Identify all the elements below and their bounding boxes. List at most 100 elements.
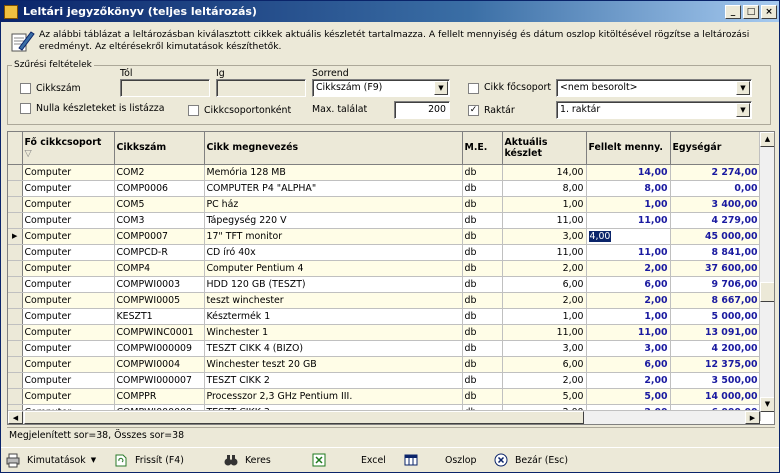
- column-header[interactable]: Cikkszám: [114, 132, 205, 165]
- table-cell: COMP0006: [114, 180, 205, 197]
- cikkcsoport-checkbox[interactable]: [188, 105, 199, 116]
- table-cell: KESZT1: [114, 308, 205, 325]
- table-row[interactable]: Computer COMPWI0003 HDD 120 GB (TESZT) db 6,…: [8, 276, 761, 293]
- column-header[interactable]: Egységár: [670, 132, 761, 165]
- table-cell: Computer: [22, 388, 115, 405]
- column-header[interactable]: M.E.: [462, 132, 503, 165]
- tol-label: Tól: [120, 68, 133, 79]
- table-cell[interactable]: 14,00: [586, 164, 671, 181]
- row-indicator[interactable]: ▶: [8, 228, 23, 245]
- column-header[interactable]: Cikk megnevezés: [204, 132, 463, 165]
- focsoport-checkbox[interactable]: [468, 83, 479, 94]
- table-cell: COMPWI0004: [114, 356, 205, 373]
- table-row[interactable]: Computer COMPWI0004 Winchester teszt 20 GB…: [8, 356, 761, 373]
- kimutatasok-button[interactable]: Kimutatások ▼: [1, 449, 109, 471]
- row-indicator[interactable]: [8, 244, 23, 261]
- column-header[interactable]: Fő cikkcsoport ▽: [22, 132, 115, 165]
- table-cell[interactable]: 8,00: [586, 180, 671, 197]
- table-row[interactable]: Computer COMPWI000007 TESZT CIKK 2 db 2,00 2,…: [8, 372, 761, 389]
- table-cell[interactable]: 2,00: [586, 292, 671, 309]
- minimize-button[interactable]: _: [725, 4, 741, 19]
- table-row[interactable]: Computer COMPPR Processzor 2,3 GHz Pentium…: [8, 388, 761, 405]
- table-cell[interactable]: 11,00: [586, 244, 671, 261]
- raktar-select[interactable]: 1. raktár ▼: [556, 101, 752, 119]
- table-row[interactable]: Computer COMPWI000009 TESZT CIKK 4 (BIZO) d…: [8, 340, 761, 357]
- row-indicator[interactable]: [8, 276, 23, 293]
- row-indicator[interactable]: [8, 356, 23, 373]
- table-cell[interactable]: 11,00: [586, 212, 671, 229]
- vertical-scrollbar[interactable]: ▲ ▼: [759, 132, 774, 412]
- close-button[interactable]: ×: [761, 4, 777, 19]
- scroll-down-icon[interactable]: ▼: [760, 397, 774, 412]
- table-cell[interactable]: 1,00: [586, 196, 671, 213]
- max-input[interactable]: 200: [394, 101, 450, 119]
- table-row[interactable]: Computer COM5 PC ház db 1,00 1,00 3 400,00: [8, 196, 761, 213]
- table-cell: 4 200,00: [670, 340, 761, 357]
- table-row[interactable]: Computer KESZT1 Késztermék 1 db 1,00 1,00 5 00…: [8, 308, 761, 325]
- focsoport-value: <nem besorolt>: [560, 82, 638, 93]
- table-cell[interactable]: 2,00: [586, 260, 671, 277]
- table-row[interactable]: Computer COM2 Memória 128 MB db 14,00 14,00 2 …: [8, 164, 761, 181]
- table-cell: db: [462, 308, 503, 325]
- table-cell[interactable]: 1,00: [586, 308, 671, 325]
- table-cell: 13 091,00: [670, 324, 761, 341]
- table-cell[interactable]: 2,00: [586, 372, 671, 389]
- table-cell[interactable]: 11,00: [586, 324, 671, 341]
- cikkszam-checkbox[interactable]: [20, 83, 31, 94]
- table-cell: 37 600,00: [670, 260, 761, 277]
- scroll-right-icon[interactable]: ▶: [745, 411, 760, 424]
- table-row[interactable]: Computer COMP4 Computer Pentium 4 db 2,00 2,0…: [8, 260, 761, 277]
- chevron-down-icon[interactable]: ▼: [434, 81, 448, 95]
- table-row[interactable]: Computer COMPWI0005 teszt winchester db 2,00…: [8, 292, 761, 309]
- tol-input[interactable]: [120, 79, 210, 97]
- chevron-down-icon[interactable]: ▼: [736, 103, 750, 117]
- row-indicator[interactable]: [8, 196, 23, 213]
- table-cell[interactable]: 5,00: [586, 388, 671, 405]
- table-cell: 3 500,00: [670, 372, 761, 389]
- scroll-thumb-h[interactable]: [24, 411, 584, 424]
- column-header[interactable]: Aktuális készlet: [502, 132, 587, 165]
- bezar-button[interactable]: Bezár (Esc): [489, 449, 599, 471]
- cikkcsoport-label: Cikkcsoportonként: [204, 105, 292, 116]
- horizontal-scrollbar[interactable]: ◀ ▶: [8, 410, 760, 424]
- row-indicator[interactable]: [8, 292, 23, 309]
- table-row[interactable]: Computer COM3 Tápegység 220 Vdb 11,00 11,00 4…: [8, 212, 761, 229]
- table-cell: 2,00: [502, 292, 587, 309]
- sorrend-select[interactable]: Cikkszám (F9) ▼: [312, 79, 450, 97]
- row-indicator[interactable]: [8, 324, 23, 341]
- focsoport-select[interactable]: <nem besorolt> ▼: [556, 79, 752, 97]
- row-indicator[interactable]: [8, 372, 23, 389]
- table-cell[interactable]: 6,00: [586, 356, 671, 373]
- oszlop-button[interactable]: Oszlop: [399, 449, 489, 471]
- row-indicator[interactable]: [8, 308, 23, 325]
- table-cell[interactable]: 3,00: [586, 340, 671, 357]
- nulla-checkbox[interactable]: [20, 103, 31, 114]
- binoculars-icon: [223, 452, 239, 468]
- table-row[interactable]: ▶ Computer COMP0007 17" TFT monitor db 3,00 4,…: [8, 228, 761, 245]
- row-indicator[interactable]: [8, 388, 23, 405]
- ig-input[interactable]: [216, 79, 306, 97]
- row-indicator[interactable]: [8, 260, 23, 277]
- row-indicator[interactable]: [8, 340, 23, 357]
- row-indicator[interactable]: [8, 164, 23, 181]
- table-row[interactable]: Computer COMPCD-R CD író 40x db 11,00 11,00 8 …: [8, 244, 761, 261]
- scroll-thumb[interactable]: [760, 282, 774, 302]
- scroll-up-icon[interactable]: ▲: [760, 132, 774, 147]
- row-indicator[interactable]: [8, 212, 23, 229]
- keres-button[interactable]: Keres: [219, 449, 307, 471]
- cell-editor[interactable]: 4,00: [588, 230, 612, 242]
- table-cell: 45 000,00: [670, 228, 761, 245]
- table-cell[interactable]: 4,00: [586, 228, 671, 245]
- table-cell[interactable]: 6,00: [586, 276, 671, 293]
- excel-button[interactable]: Excel: [307, 449, 399, 471]
- scroll-left-icon[interactable]: ◀: [8, 411, 23, 424]
- column-header[interactable]: Fellelt menny.: [586, 132, 671, 165]
- inventory-grid[interactable]: Fő cikkcsoport ▽ Cikkszám Cikk megnevezé…: [7, 131, 775, 425]
- chevron-down-icon[interactable]: ▼: [736, 81, 750, 95]
- table-row[interactable]: Computer COMP0006 COMPUTER P4 "ALPHA" db 8,0…: [8, 180, 761, 197]
- row-indicator[interactable]: [8, 180, 23, 197]
- frissit-button[interactable]: Frissít (F4): [109, 449, 219, 471]
- table-row[interactable]: Computer COMPWINC0001 Winchester 1 db 11,00 1…: [8, 324, 761, 341]
- raktar-checkbox[interactable]: ✓: [468, 105, 479, 116]
- maximize-button[interactable]: □: [743, 4, 759, 19]
